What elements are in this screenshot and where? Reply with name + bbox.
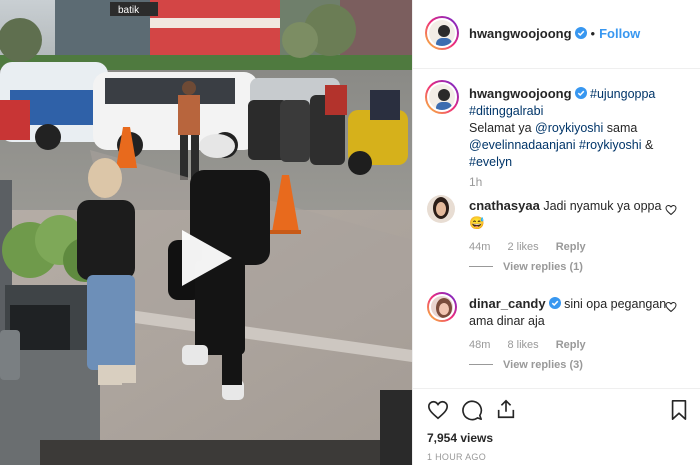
view-replies-button[interactable]: View replies (3): [469, 359, 583, 371]
header-separator: •: [590, 26, 596, 41]
caption-text: &: [645, 138, 654, 152]
caption-author-username[interactable]: hwangwoojoong: [469, 86, 572, 101]
post-video[interactable]: batik: [0, 0, 412, 465]
caption-text: Selamat ya: [469, 121, 532, 135]
commenter-avatar-image: [429, 294, 455, 320]
post-actions-bar: 7,954 views 1 HOUR AGO: [413, 388, 700, 466]
comment-time[interactable]: 48m: [469, 339, 490, 351]
verified-badge-icon: [574, 27, 587, 39]
hashtag-link[interactable]: #ditinggalrabi: [469, 104, 543, 118]
verified-badge-icon: [548, 297, 561, 309]
comment-like-heart-icon[interactable]: [665, 204, 677, 216]
reply-button[interactable]: Reply: [556, 339, 586, 351]
verified-badge-icon: [574, 87, 587, 99]
view-replies-button[interactable]: View replies (1): [469, 261, 583, 273]
commenter-avatar[interactable]: [427, 292, 457, 322]
post-header: hwangwoojoong • Follow: [413, 0, 700, 69]
play-icon: [182, 230, 232, 286]
view-replies-label: View replies (3): [503, 359, 583, 371]
post-caption: hwangwoojoong #ujungoppa #ditinggalrabi …: [469, 85, 689, 171]
hashtag-link[interactable]: #ujungoppa: [590, 87, 655, 101]
caption-author-avatar[interactable]: [425, 80, 459, 114]
replies-divider-line: [469, 364, 493, 365]
instagram-post: batik hwangwoojoong • Follow hwangwoojoo…: [0, 0, 700, 465]
caption-text: sama: [606, 121, 638, 135]
heart-icon[interactable]: [427, 399, 449, 421]
comment-meta: 44m 2 likes Reply: [469, 241, 600, 253]
replies-divider-line: [469, 266, 493, 267]
view-replies-label: View replies (1): [503, 261, 583, 273]
share-icon[interactable]: [495, 398, 517, 420]
author-username[interactable]: hwangwoojoong: [469, 26, 572, 41]
comment-username[interactable]: dinar_candy: [469, 296, 546, 311]
author-avatar-image: [427, 18, 457, 48]
comment-likes[interactable]: 2 likes: [507, 241, 538, 253]
comment-like-heart-icon[interactable]: [665, 301, 677, 313]
comment-meta: 48m 8 likes Reply: [469, 339, 600, 351]
mention-link[interactable]: @roykiyoshi: [535, 121, 603, 135]
hashtag-link[interactable]: #evelyn: [469, 155, 512, 169]
hashtag-link[interactable]: #roykiyoshi: [579, 138, 642, 152]
author-avatar[interactable]: [425, 16, 459, 50]
follow-button[interactable]: Follow: [599, 26, 640, 41]
comment-time[interactable]: 44m: [469, 241, 490, 253]
comment-body: dinar_candy sini opa pegangan ama dinar …: [469, 295, 669, 330]
shop-sign: batik: [118, 5, 140, 16]
mention-link[interactable]: @evelinnadaanjani: [469, 138, 576, 152]
post-timestamp[interactable]: 1 HOUR AGO: [427, 452, 486, 462]
view-count[interactable]: 7,954 views: [427, 431, 493, 445]
post-side-panel: hwangwoojoong • Follow hwangwoojoong #ujun…: [412, 0, 700, 465]
reply-button[interactable]: Reply: [556, 241, 586, 253]
bookmark-icon[interactable]: [669, 399, 689, 421]
caption-avatar-image: [427, 82, 457, 112]
comment-icon[interactable]: [461, 399, 483, 421]
comment-likes[interactable]: 8 likes: [507, 339, 538, 351]
comment-username[interactable]: cnathasyaa: [469, 198, 540, 213]
comment-body: cnathasyaa Jadi nyamuk ya oppa 😅: [469, 197, 669, 232]
play-button[interactable]: [178, 228, 234, 288]
caption-timestamp[interactable]: 1h: [469, 175, 482, 189]
commenter-avatar[interactable]: [427, 195, 455, 223]
